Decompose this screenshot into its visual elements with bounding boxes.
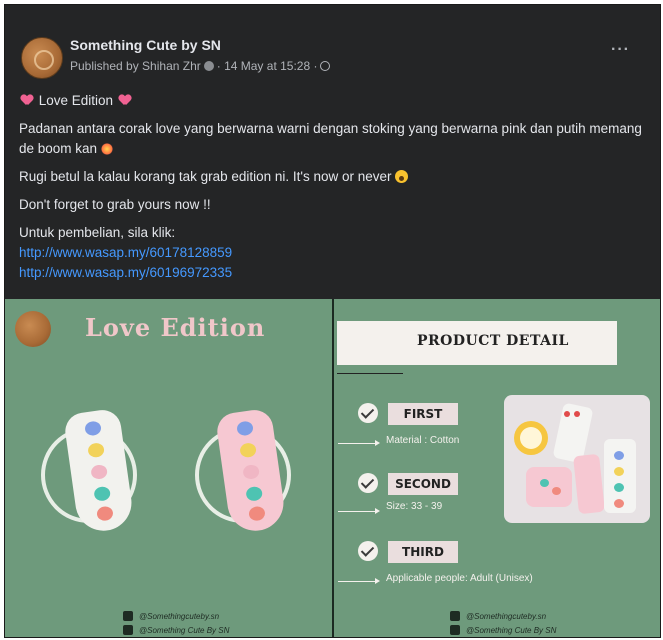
post-header: Something Cute by SN Published by Shihan… bbox=[15, 35, 650, 85]
more-options-button[interactable]: ··· bbox=[611, 41, 630, 59]
heart-icon bbox=[21, 95, 33, 106]
first-spec: Material : Cotton bbox=[386, 435, 460, 446]
image-panel-left[interactable]: Love Edition @Somethingcuteby.sn @Someth… bbox=[5, 299, 332, 637]
social-handles-right: @Somethingcuteby.sn @Something Cute By S… bbox=[450, 611, 556, 635]
post-line-description: Padanan antara corak love yang berwarna … bbox=[19, 121, 642, 156]
profile-dot-icon bbox=[203, 61, 214, 71]
arrow-icon bbox=[338, 578, 380, 584]
third-tag: THIRD bbox=[388, 541, 458, 563]
product-photo bbox=[504, 395, 650, 523]
published-by: Published by Shihan Zhr bbox=[70, 59, 201, 73]
image-panel-right[interactable]: PRODUCT DETAIL FIRST Material : Cotton S… bbox=[334, 299, 660, 637]
product-detail-banner: PRODUCT DETAIL bbox=[337, 321, 617, 374]
second-tag: SECOND bbox=[388, 473, 458, 495]
post-meta: Published by Shihan Zhr · 14 May at 15:2… bbox=[70, 59, 331, 73]
post-line-links: Untuk pembelian, sila klik: http://www.w… bbox=[19, 223, 644, 283]
check-icon bbox=[358, 403, 378, 423]
first-tag: FIRST bbox=[388, 403, 458, 425]
check-icon bbox=[358, 541, 378, 561]
product-detail-title: PRODUCT DETAIL bbox=[417, 333, 569, 349]
second-spec: Size: 33 - 39 bbox=[386, 501, 443, 512]
surprised-face-icon bbox=[395, 170, 409, 183]
post-line-grab: Don't forget to grab yours now !! bbox=[19, 197, 211, 212]
third-spec: Applicable people: Adult (Unisex) bbox=[386, 573, 533, 584]
globe-icon bbox=[320, 61, 331, 71]
arrow-icon bbox=[338, 508, 380, 514]
post-text: Love Edition Padanan antara corak love y… bbox=[19, 91, 644, 283]
post-image[interactable]: Love Edition @Somethingcuteby.sn @Someth… bbox=[5, 299, 660, 637]
instagram-icon bbox=[450, 611, 460, 621]
whatsapp-link-1[interactable]: http://www.wasap.my/60178128859 bbox=[19, 243, 644, 263]
facebook-post: Something Cute by SN Published by Shihan… bbox=[4, 4, 661, 638]
whatsapp-link-2[interactable]: http://www.wasap.my/60196972335 bbox=[19, 263, 644, 283]
heart-icon bbox=[119, 95, 131, 106]
sparkle-icon bbox=[100, 143, 113, 155]
banner-underline bbox=[337, 373, 403, 374]
page-name-link[interactable]: Something Cute by SN bbox=[70, 37, 221, 53]
check-icon bbox=[358, 473, 378, 493]
brand-logo bbox=[15, 311, 51, 347]
love-edition-title: Love Edition bbox=[85, 313, 266, 342]
page-avatar[interactable] bbox=[21, 37, 63, 79]
post-line-title: Love Edition bbox=[19, 91, 644, 111]
arrow-icon bbox=[338, 440, 380, 446]
social-handles-left: @Somethingcuteby.sn @Something Cute By S… bbox=[123, 611, 229, 635]
facebook-icon bbox=[123, 625, 133, 635]
facebook-icon bbox=[450, 625, 460, 635]
instagram-icon bbox=[123, 611, 133, 621]
post-timestamp[interactable]: · 14 May at 15:28 · bbox=[217, 59, 318, 73]
post-line-rugi: Rugi betul la kalau korang tak grab edit… bbox=[19, 167, 644, 187]
purchase-label: Untuk pembelian, sila klik: bbox=[19, 225, 176, 240]
